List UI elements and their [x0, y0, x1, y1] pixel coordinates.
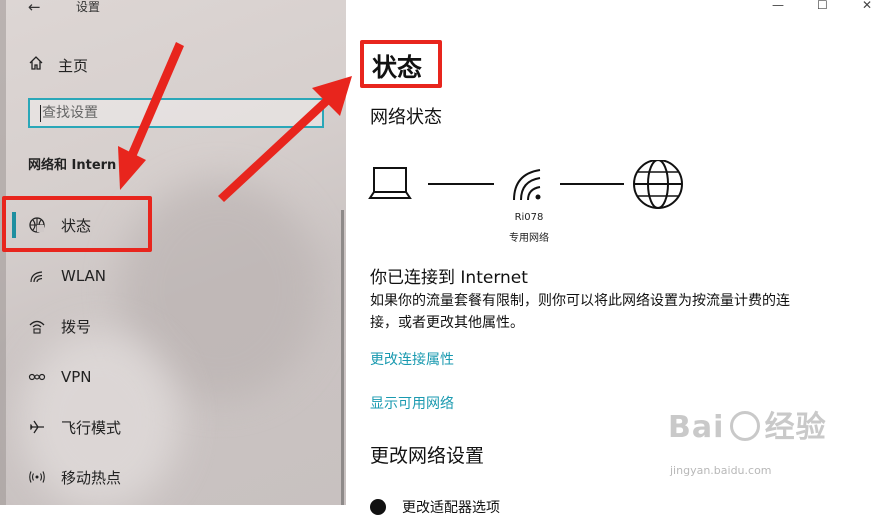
change-network-settings-heading: 更改网络设置: [370, 445, 485, 467]
window-edge: [0, 0, 6, 505]
vpn-icon: [28, 368, 46, 386]
watermark-logo-2: 经验: [764, 410, 827, 445]
network-type: 专用网络: [509, 233, 549, 244]
sidebar-item-label: VPN: [61, 368, 92, 386]
show-available-networks-link[interactable]: 显示可用网络: [370, 393, 454, 413]
wifi-icon: [513, 169, 541, 201]
sidebar-item-label: 拨号: [61, 317, 92, 336]
text-cursor: [40, 105, 41, 122]
window-controls: — ☐ ✕: [662, 0, 876, 14]
dialup-icon: [28, 317, 46, 335]
adapter-options-label: 更改适配器选项: [402, 500, 500, 516]
sidebar-item-label: 移动热点: [61, 468, 122, 487]
minimize-button[interactable]: —: [772, 0, 784, 11]
window-title: 设置: [76, 0, 101, 14]
sidebar-item-label: 飞行模式: [61, 418, 122, 437]
connection-description: 如果你的流量套餐有限制，则你可以将此网络设置为按流量计费的连接，或者更改其他属性…: [370, 293, 790, 331]
baidu-watermark: Bai 经验 jingyan.baidu.com: [668, 402, 827, 477]
network-diagram: [368, 160, 683, 209]
settings-sidebar: ← 设置 主页 网络和 Intern 状态 WLAN 拨号 VPN: [0, 0, 346, 505]
annotation-box-title: [360, 40, 442, 88]
section-title: 网络和 Intern: [28, 158, 117, 173]
wifi-icon: [28, 267, 46, 285]
close-button[interactable]: ✕: [862, 0, 872, 11]
watermark-url: jingyan.baidu.com: [670, 464, 772, 477]
laptop-icon: [368, 167, 412, 199]
search-input[interactable]: [30, 100, 322, 126]
home-icon: [28, 55, 44, 75]
sidebar-item-vpn[interactable]: VPN: [28, 365, 92, 389]
sidebar-scrollbar[interactable]: [341, 210, 344, 505]
airplane-icon: [28, 418, 46, 436]
home-label: 主页: [58, 56, 89, 75]
network-name: Ri078: [514, 212, 544, 223]
back-button[interactable]: ←: [28, 0, 41, 15]
home-nav-item[interactable]: 主页: [28, 54, 88, 76]
sidebar-item-airplane[interactable]: 飞行模式: [28, 415, 121, 439]
sidebar-item-dialup[interactable]: 拨号: [28, 314, 91, 338]
paw-icon: [729, 411, 760, 441]
watermark-logo: Bai: [668, 410, 725, 445]
hotspot-icon: [28, 468, 46, 486]
adapter-icon: [370, 499, 386, 515]
sidebar-item-label: WLAN: [61, 267, 107, 285]
sidebar-item-wlan[interactable]: WLAN: [28, 264, 106, 288]
connection-status: 你已连接到 Internet: [370, 268, 528, 288]
maximize-button[interactable]: ☐: [817, 0, 828, 11]
change-connection-properties-link[interactable]: 更改连接属性: [370, 349, 454, 369]
network-status-heading: 网络状态: [370, 107, 442, 128]
search-box[interactable]: [28, 98, 324, 128]
sidebar-item-hotspot[interactable]: 移动热点: [28, 465, 121, 489]
change-adapter-options-item[interactable]: 更改适配器选项: [370, 497, 500, 517]
annotation-box-sidebar: [2, 196, 152, 252]
globe-icon: [633, 160, 683, 209]
